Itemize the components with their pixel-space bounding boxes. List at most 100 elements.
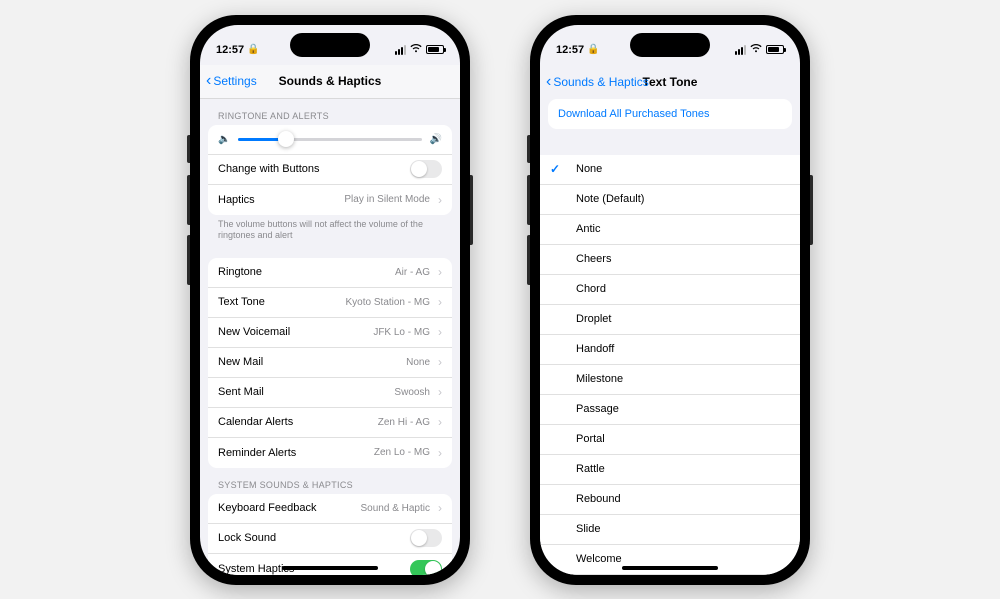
tone-welcome[interactable]: Welcome xyxy=(540,545,800,575)
chevron-right-icon: › xyxy=(438,325,442,339)
row-label: Calendar Alerts xyxy=(218,416,293,428)
speaker-low-icon: 🔈 xyxy=(218,134,230,145)
cellular-icon xyxy=(395,45,406,55)
settings-content[interactable]: RINGTONE AND ALERTS 🔈 🔊 Change with Butt… xyxy=(200,99,460,575)
wifi-icon xyxy=(410,44,422,56)
group-alert-tones: ✓ None Note (Default) Antic Cheers Chord Dropl… xyxy=(540,155,800,575)
tone-label: Antic xyxy=(576,223,600,235)
row-label: Ringtone xyxy=(218,266,262,278)
cellular-icon xyxy=(735,45,746,55)
row-new-voicemail[interactable]: New Voicemail JFK Lo - MG › xyxy=(208,318,452,348)
page-title: Text Tone xyxy=(643,75,698,89)
tone-none[interactable]: ✓ None xyxy=(540,155,800,185)
tone-label: Chord xyxy=(576,283,606,295)
row-reminder-alerts[interactable]: Reminder AlertsZen Lo - MG› xyxy=(208,438,452,468)
volume-slider-row[interactable]: 🔈 🔊 xyxy=(208,125,452,155)
row-detail: Swoosh xyxy=(394,387,430,398)
screen-sounds-haptics: 12:57 🔒 ‹ Settings Sounds & Haptics RING… xyxy=(200,25,460,575)
row-new-mail[interactable]: New MailNone› xyxy=(208,348,452,378)
tone-rebound[interactable]: Rebound xyxy=(540,485,800,515)
tone-passage[interactable]: Passage xyxy=(540,395,800,425)
back-label: Settings xyxy=(213,74,256,88)
nav-bar: ‹ Sounds & Haptics Text Tone xyxy=(540,65,800,99)
group-ringtone-alerts: 🔈 🔊 Change with Buttons Haptics Play in … xyxy=(208,125,452,215)
row-detail: None xyxy=(406,357,430,368)
group-store: Download All Purchased Tones xyxy=(548,99,792,129)
back-button[interactable]: ‹ Sounds & Haptics xyxy=(546,65,649,99)
text-tone-content[interactable]: Download All Purchased Tones ✓ None Note (… xyxy=(540,99,800,575)
tone-cheers[interactable]: Cheers xyxy=(540,245,800,275)
chevron-left-icon: ‹ xyxy=(546,73,551,91)
row-label: Sent Mail xyxy=(218,386,264,398)
chevron-right-icon: › xyxy=(438,193,442,207)
row-ringtone[interactable]: Ringtone Air - AG › xyxy=(208,258,452,288)
status-time: 12:57 xyxy=(216,44,244,56)
section-footer-ringtone-alerts: The volume buttons will not affect the v… xyxy=(200,215,460,248)
section-header-system: SYSTEM SOUNDS & HAPTICS xyxy=(200,468,460,494)
tone-label: Handoff xyxy=(576,343,614,355)
chevron-right-icon: › xyxy=(438,446,442,460)
tone-note-default-[interactable]: Note (Default) xyxy=(540,185,800,215)
tone-antic[interactable]: Antic xyxy=(540,215,800,245)
lock-icon: 🔒 xyxy=(587,44,599,55)
tone-chord[interactable]: Chord xyxy=(540,275,800,305)
tone-rattle[interactable]: Rattle xyxy=(540,455,800,485)
row-sent-mail[interactable]: Sent Mail Swoosh › xyxy=(208,378,452,408)
battery-icon xyxy=(766,45,784,54)
row-detail: Kyoto Station - MG xyxy=(346,297,430,308)
row-keyboard-feedback[interactable]: Keyboard Feedback Sound & Haptic › xyxy=(208,494,452,524)
tone-label: Note (Default) xyxy=(576,193,644,205)
row-calendar-alerts[interactable]: Calendar AlertsZen Hi - AG› xyxy=(208,408,452,438)
home-indicator[interactable] xyxy=(282,566,378,570)
chevron-left-icon: ‹ xyxy=(206,72,211,90)
row-detail: Air - AG xyxy=(395,267,430,278)
chevron-right-icon: › xyxy=(438,385,442,399)
group-sound-assignments: Ringtone Air - AG › Text Tone Kyoto Station … xyxy=(208,258,452,468)
tone-label: Slide xyxy=(576,523,600,535)
dynamic-island xyxy=(630,33,710,57)
tone-label: None xyxy=(576,163,602,175)
switch-system-haptics[interactable] xyxy=(410,560,442,575)
row-label: Reminder Alerts xyxy=(218,447,296,459)
chevron-right-icon: › xyxy=(438,415,442,429)
row-haptics[interactable]: Haptics Play in Silent Mode › xyxy=(208,185,452,215)
group-system-sounds: Keyboard Feedback Sound & Haptic › Lock … xyxy=(208,494,452,575)
chevron-right-icon: › xyxy=(438,265,442,279)
lock-icon: 🔒 xyxy=(247,44,259,55)
row-download-purchased[interactable]: Download All Purchased Tones xyxy=(548,99,792,129)
screen-text-tone: 12:57 🔒 ‹ Sounds & Haptics Text Tone Do xyxy=(540,25,800,575)
switch-change-with-buttons[interactable] xyxy=(410,160,442,178)
row-label: Text Tone xyxy=(218,296,265,308)
nav-bar: ‹ Settings Sounds & Haptics xyxy=(200,65,460,99)
tone-slide[interactable]: Slide xyxy=(540,515,800,545)
switch-lock-sound[interactable] xyxy=(410,529,442,547)
speaker-high-icon: 🔊 xyxy=(430,134,442,145)
checkmark-icon: ✓ xyxy=(550,162,560,176)
section-header-ringtone-alerts: RINGTONE AND ALERTS xyxy=(200,99,460,125)
status-time: 12:57 xyxy=(556,44,584,56)
page-title: Sounds & Haptics xyxy=(279,74,382,88)
row-text-tone[interactable]: Text ToneKyoto Station - MG› xyxy=(208,288,452,318)
row-label: New Voicemail xyxy=(218,326,290,338)
volume-slider[interactable] xyxy=(238,138,421,141)
row-lock-sound[interactable]: Lock Sound xyxy=(208,524,452,554)
iphone-left: 12:57 🔒 ‹ Settings Sounds & Haptics RING… xyxy=(190,15,470,585)
battery-icon xyxy=(426,45,444,54)
dynamic-island xyxy=(290,33,370,57)
tone-label: Passage xyxy=(576,403,619,415)
tone-label: Cheers xyxy=(576,253,611,265)
row-change-with-buttons[interactable]: Change with Buttons xyxy=(208,155,452,185)
tone-label: Welcome xyxy=(576,553,622,565)
tone-handoff[interactable]: Handoff xyxy=(540,335,800,365)
row-system-haptics[interactable]: System Haptics xyxy=(208,554,452,575)
tone-milestone[interactable]: Milestone xyxy=(540,365,800,395)
back-button[interactable]: ‹ Settings xyxy=(206,65,257,98)
tone-label: Rebound xyxy=(576,493,621,505)
back-label: Sounds & Haptics xyxy=(553,75,648,89)
tone-portal[interactable]: Portal xyxy=(540,425,800,455)
chevron-right-icon: › xyxy=(438,355,442,369)
home-indicator[interactable] xyxy=(622,566,718,570)
row-detail: JFK Lo - MG xyxy=(373,327,430,338)
iphone-right: 12:57 🔒 ‹ Sounds & Haptics Text Tone Do xyxy=(530,15,810,585)
tone-droplet[interactable]: Droplet xyxy=(540,305,800,335)
